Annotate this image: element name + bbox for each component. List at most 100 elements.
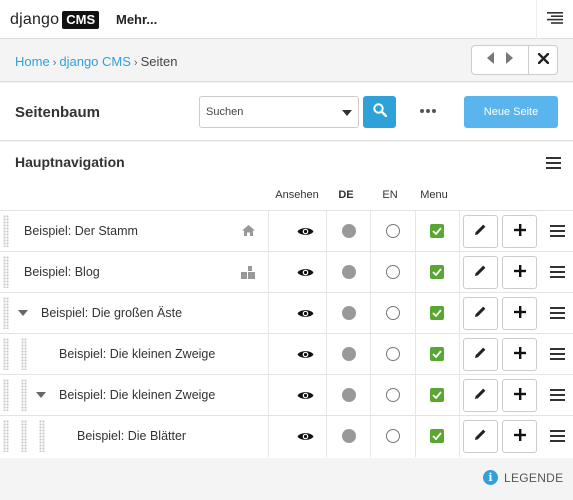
add-child-button[interactable] — [502, 297, 537, 330]
tree-menu-icon[interactable] — [546, 156, 561, 174]
en-status-icon[interactable] — [386, 347, 400, 361]
page-title-link[interactable]: Beispiel: Die kleinen Zweige — [59, 388, 215, 402]
menu-checkbox[interactable] — [430, 347, 444, 361]
forward-arrow-icon[interactable] — [505, 51, 513, 69]
row-menu-icon[interactable] — [550, 266, 565, 278]
menu-checkbox[interactable] — [430, 388, 444, 402]
en-status-icon[interactable] — [386, 388, 400, 402]
de-status-icon[interactable] — [342, 388, 356, 402]
de-status-icon[interactable] — [342, 224, 356, 238]
column-header-en[interactable]: EN — [375, 189, 405, 201]
row-menu-icon[interactable] — [550, 225, 565, 237]
edit-button[interactable] — [463, 420, 498, 453]
tree-row[interactable]: Beispiel: Blog — [0, 251, 573, 293]
column-divider — [268, 416, 269, 457]
search-select[interactable]: Suchen — [199, 96, 359, 128]
new-page-button[interactable]: Neue Seite — [464, 96, 558, 128]
edit-button[interactable] — [463, 215, 498, 248]
page-title-link[interactable]: Beispiel: Blog — [24, 265, 100, 279]
drag-handle-icon[interactable] — [3, 256, 9, 288]
de-status-icon[interactable] — [342, 429, 356, 443]
add-child-button[interactable] — [502, 215, 537, 248]
page-title-link[interactable]: Beispiel: Die Blätter — [77, 429, 186, 443]
breadcrumb-home[interactable]: Home — [15, 54, 50, 69]
row-menu-icon[interactable] — [550, 307, 565, 319]
collapse-toggle-icon[interactable] — [18, 310, 28, 316]
page-title-link[interactable]: Beispiel: Die kleinen Zweige — [59, 347, 215, 361]
drag-handle-icon[interactable] — [3, 297, 9, 329]
page-title-link[interactable]: Beispiel: Die großen Äste — [41, 306, 182, 320]
view-eye-icon[interactable] — [297, 267, 314, 278]
breadcrumb-separator: › — [52, 57, 57, 69]
menu-checkbox[interactable] — [430, 306, 444, 320]
column-divider — [459, 211, 460, 252]
row-menu-icon[interactable] — [550, 430, 565, 442]
drag-handle-icon — [21, 420, 27, 452]
de-status-icon[interactable] — [342, 265, 356, 279]
collapse-toggle-icon[interactable] — [36, 392, 46, 398]
search-icon — [372, 102, 387, 122]
toolbar-menu-toggle[interactable] — [536, 0, 573, 39]
edit-button[interactable] — [463, 297, 498, 330]
view-eye-icon[interactable] — [297, 308, 314, 319]
add-child-button[interactable] — [502, 379, 537, 412]
tree-row[interactable]: Beispiel: Die kleinen Zweige — [0, 333, 573, 375]
drag-handle-icon[interactable] — [39, 420, 45, 452]
column-divider — [415, 416, 416, 457]
en-status-icon[interactable] — [386, 306, 400, 320]
column-divider — [370, 252, 371, 293]
tree-row[interactable]: Beispiel: Der Stamm — [0, 210, 573, 252]
django-cms-logo[interactable]: django CMS — [10, 10, 100, 30]
view-eye-icon[interactable] — [297, 431, 314, 442]
row-menu-icon[interactable] — [550, 348, 565, 360]
view-eye-icon[interactable] — [297, 349, 314, 360]
tree-row[interactable]: Beispiel: Die Blätter — [0, 415, 573, 457]
search-button[interactable] — [363, 96, 396, 128]
de-status-icon[interactable] — [342, 347, 356, 361]
column-divider — [326, 416, 327, 457]
drag-handle-icon[interactable] — [21, 338, 27, 370]
back-arrow-icon[interactable] — [487, 51, 495, 69]
history-nav — [471, 45, 529, 75]
add-child-button[interactable] — [502, 256, 537, 289]
column-divider — [459, 375, 460, 416]
plus-icon — [513, 223, 526, 241]
drag-handle-icon[interactable] — [3, 215, 9, 247]
close-button[interactable] — [528, 45, 558, 75]
breadcrumb-django-cms[interactable]: django CMS — [59, 54, 131, 69]
menu-checkbox[interactable] — [430, 224, 444, 238]
chevron-down-icon — [342, 110, 352, 116]
column-divider — [326, 211, 327, 252]
hamburger-icon — [547, 11, 563, 29]
drag-handle-icon — [3, 379, 9, 411]
menu-checkbox[interactable] — [430, 429, 444, 443]
column-header-de[interactable]: DE — [331, 189, 361, 201]
row-menu-icon[interactable] — [550, 389, 565, 401]
page-title-link[interactable]: Beispiel: Der Stamm — [24, 224, 138, 238]
more-menu[interactable]: Mehr... — [116, 12, 157, 27]
tree-row[interactable]: Beispiel: Die kleinen Zweige — [0, 374, 573, 416]
de-status-icon[interactable] — [342, 306, 356, 320]
edit-button[interactable] — [463, 379, 498, 412]
menu-checkbox[interactable] — [430, 265, 444, 279]
edit-button[interactable] — [463, 256, 498, 289]
view-eye-icon[interactable] — [297, 390, 314, 401]
add-child-button[interactable] — [502, 420, 537, 453]
en-status-icon[interactable] — [386, 224, 400, 238]
legend-bar[interactable]: i LEGENDE — [0, 458, 573, 500]
en-status-icon[interactable] — [386, 429, 400, 443]
en-status-icon[interactable] — [386, 265, 400, 279]
drag-handle-icon[interactable] — [21, 379, 27, 411]
more-options-icon[interactable] — [420, 109, 436, 113]
pencil-icon — [474, 305, 487, 323]
plus-icon — [513, 264, 526, 282]
column-header-view: Ansehen — [275, 189, 319, 201]
column-divider — [370, 293, 371, 334]
home-icon — [242, 225, 255, 236]
add-child-button[interactable] — [502, 338, 537, 371]
edit-button[interactable] — [463, 338, 498, 371]
view-eye-icon[interactable] — [297, 226, 314, 237]
column-divider — [459, 293, 460, 334]
tree-row[interactable]: Beispiel: Die großen Äste — [0, 292, 573, 334]
checkmark-icon — [430, 347, 444, 361]
